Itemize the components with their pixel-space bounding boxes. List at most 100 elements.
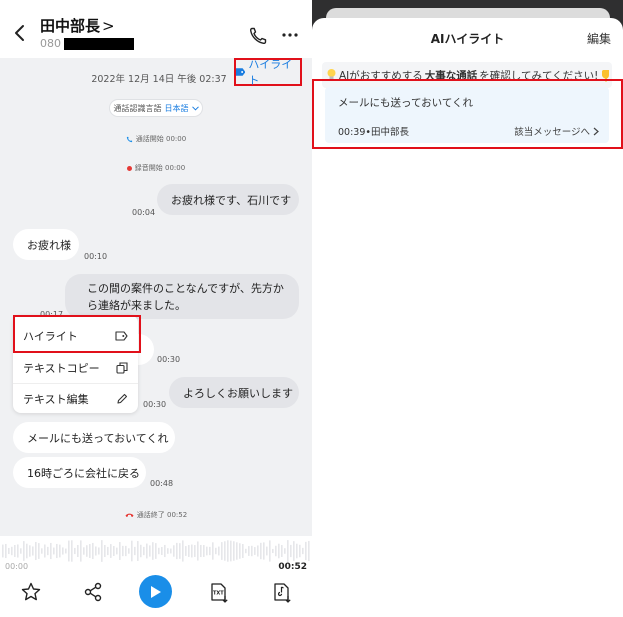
menu-item-edit[interactable]: テキスト編集 xyxy=(13,383,138,414)
go-to-message-label: 該当メッセージへ xyxy=(514,127,590,138)
waveform-bar xyxy=(125,545,127,557)
contact-chevron: > xyxy=(102,17,115,35)
waveform-bar xyxy=(284,548,286,554)
waveform-bar xyxy=(146,543,148,559)
waveform-bar xyxy=(221,542,223,560)
phone-icon[interactable] xyxy=(248,26,268,46)
pencil-icon xyxy=(117,393,128,404)
waveform-bar xyxy=(53,547,55,555)
waveform-bar xyxy=(212,542,214,560)
waveform-bar xyxy=(47,546,49,556)
call-start-marker: 通話開始 00:00 xyxy=(0,134,312,144)
message-bubble[interactable]: この間の案件のことなんですが、先方から連絡が来ました。 xyxy=(65,274,299,319)
waveform-bar xyxy=(230,540,232,562)
language-value: 日本語 xyxy=(164,103,189,113)
waveform-bar xyxy=(173,545,175,557)
edit-button[interactable]: 編集 xyxy=(587,30,611,47)
copy-icon xyxy=(116,362,128,374)
waveform-bar xyxy=(98,547,100,555)
waveform-bar xyxy=(197,541,199,561)
waveform-bar xyxy=(239,543,241,559)
share-icon[interactable] xyxy=(82,581,104,603)
waveform-bar xyxy=(68,540,70,562)
waveform-bar xyxy=(17,544,19,558)
waveform-bar xyxy=(296,543,298,559)
waveform-bar xyxy=(281,545,283,557)
waveform-bar xyxy=(101,540,103,562)
waveform-bar xyxy=(269,540,271,562)
language-selector[interactable]: 通話認識言語 日本語 xyxy=(109,99,203,117)
message-bubble[interactable]: よろしくお願いします xyxy=(169,377,299,408)
back-chevron-icon[interactable] xyxy=(12,22,28,44)
message-bubble[interactable]: お疲れ様です、石川です xyxy=(157,184,299,215)
star-icon[interactable] xyxy=(20,581,42,603)
rec-start-marker: 録音開始 00:00 xyxy=(0,163,312,173)
waveform-bar xyxy=(209,546,211,556)
waveform-bar xyxy=(128,548,130,554)
waveform-bar xyxy=(233,541,235,561)
waveform-bar xyxy=(194,545,196,557)
waveform-bar xyxy=(50,542,52,560)
waveform-bar xyxy=(224,541,226,561)
message-text: お疲れ様 xyxy=(27,238,71,252)
player-controls: TXT xyxy=(0,573,312,613)
go-to-message-link[interactable]: 該当メッセージへ xyxy=(514,124,599,138)
call-start-icon xyxy=(126,136,132,142)
waveform-bar xyxy=(74,547,76,555)
waveform-bar xyxy=(29,545,31,557)
waveform-bar xyxy=(215,547,217,555)
waveform-bar xyxy=(245,548,247,554)
waveform-bar xyxy=(272,548,274,554)
message-time: 00:10 xyxy=(84,252,108,261)
call-end-text: 通話終了 00:52 xyxy=(136,511,188,519)
call-header: 田中部長 > 080 xyxy=(0,0,312,58)
waveform-bar xyxy=(188,545,190,557)
waveform-bar xyxy=(104,544,106,558)
highlight-text: メールにも送っておいてくれ xyxy=(338,97,474,109)
message-bubble[interactable]: お疲れ様 xyxy=(13,229,79,260)
message-bubble[interactable]: 16時ごろに会社に戻る xyxy=(13,457,146,488)
waveform-bar xyxy=(62,547,64,555)
highlight-item[interactable]: メールにも送っておいてくれ 00:39•田中部長 該当メッセージへ xyxy=(325,87,609,143)
language-label: 通話認識言語 xyxy=(113,103,162,113)
message-text: メールにも送っておいてくれ xyxy=(27,431,169,445)
waveform-bar xyxy=(8,547,10,555)
waveform-bar xyxy=(14,545,16,557)
phone-prefix: 080 xyxy=(40,37,61,50)
waveform-bar xyxy=(92,542,94,560)
more-options-icon[interactable] xyxy=(280,28,300,42)
waveform-bar xyxy=(113,546,115,556)
message-bubble[interactable]: メールにも送っておいてくれ xyxy=(13,422,175,453)
waveform-bar xyxy=(143,546,145,556)
waveform-bar xyxy=(176,542,178,560)
menu-item-label: テキスト編集 xyxy=(23,393,89,406)
waveform-bar xyxy=(203,545,205,557)
waveform-bar xyxy=(155,543,157,559)
chat-transcript[interactable]: ハイライト 2022年 12月 14日 午後 02:37 通話認識言語 日本語 … xyxy=(0,58,312,536)
call-end-marker: 通話終了 00:52 xyxy=(0,510,312,520)
waveform-bar xyxy=(206,546,208,556)
waveform-bar xyxy=(35,541,37,561)
waveform-bar xyxy=(251,545,253,557)
menu-item-copy[interactable]: テキストコピー xyxy=(13,352,138,383)
waveform-bar xyxy=(44,544,46,558)
waveform-bar xyxy=(263,542,265,560)
waveform-bar xyxy=(218,546,220,556)
waveform-bar xyxy=(134,546,136,556)
waveform-bar xyxy=(77,545,79,557)
waveform-bar xyxy=(83,547,85,555)
waveform-bar xyxy=(59,544,61,558)
audio-download-icon[interactable] xyxy=(271,581,293,603)
waveform-bar xyxy=(179,543,181,559)
waveform-bar xyxy=(257,545,259,557)
waveform-bar xyxy=(182,540,184,562)
waveform-bar xyxy=(32,546,34,556)
txt-download-icon[interactable]: TXT xyxy=(208,581,230,603)
waveform-bar xyxy=(137,541,139,561)
waveform-bar xyxy=(2,544,4,558)
play-button[interactable] xyxy=(139,575,172,608)
message-text: よろしくお願いします xyxy=(183,386,293,400)
waveform-bar xyxy=(170,548,172,554)
waveform-bar xyxy=(89,544,91,558)
contact-name[interactable]: 田中部長 > xyxy=(40,15,115,36)
